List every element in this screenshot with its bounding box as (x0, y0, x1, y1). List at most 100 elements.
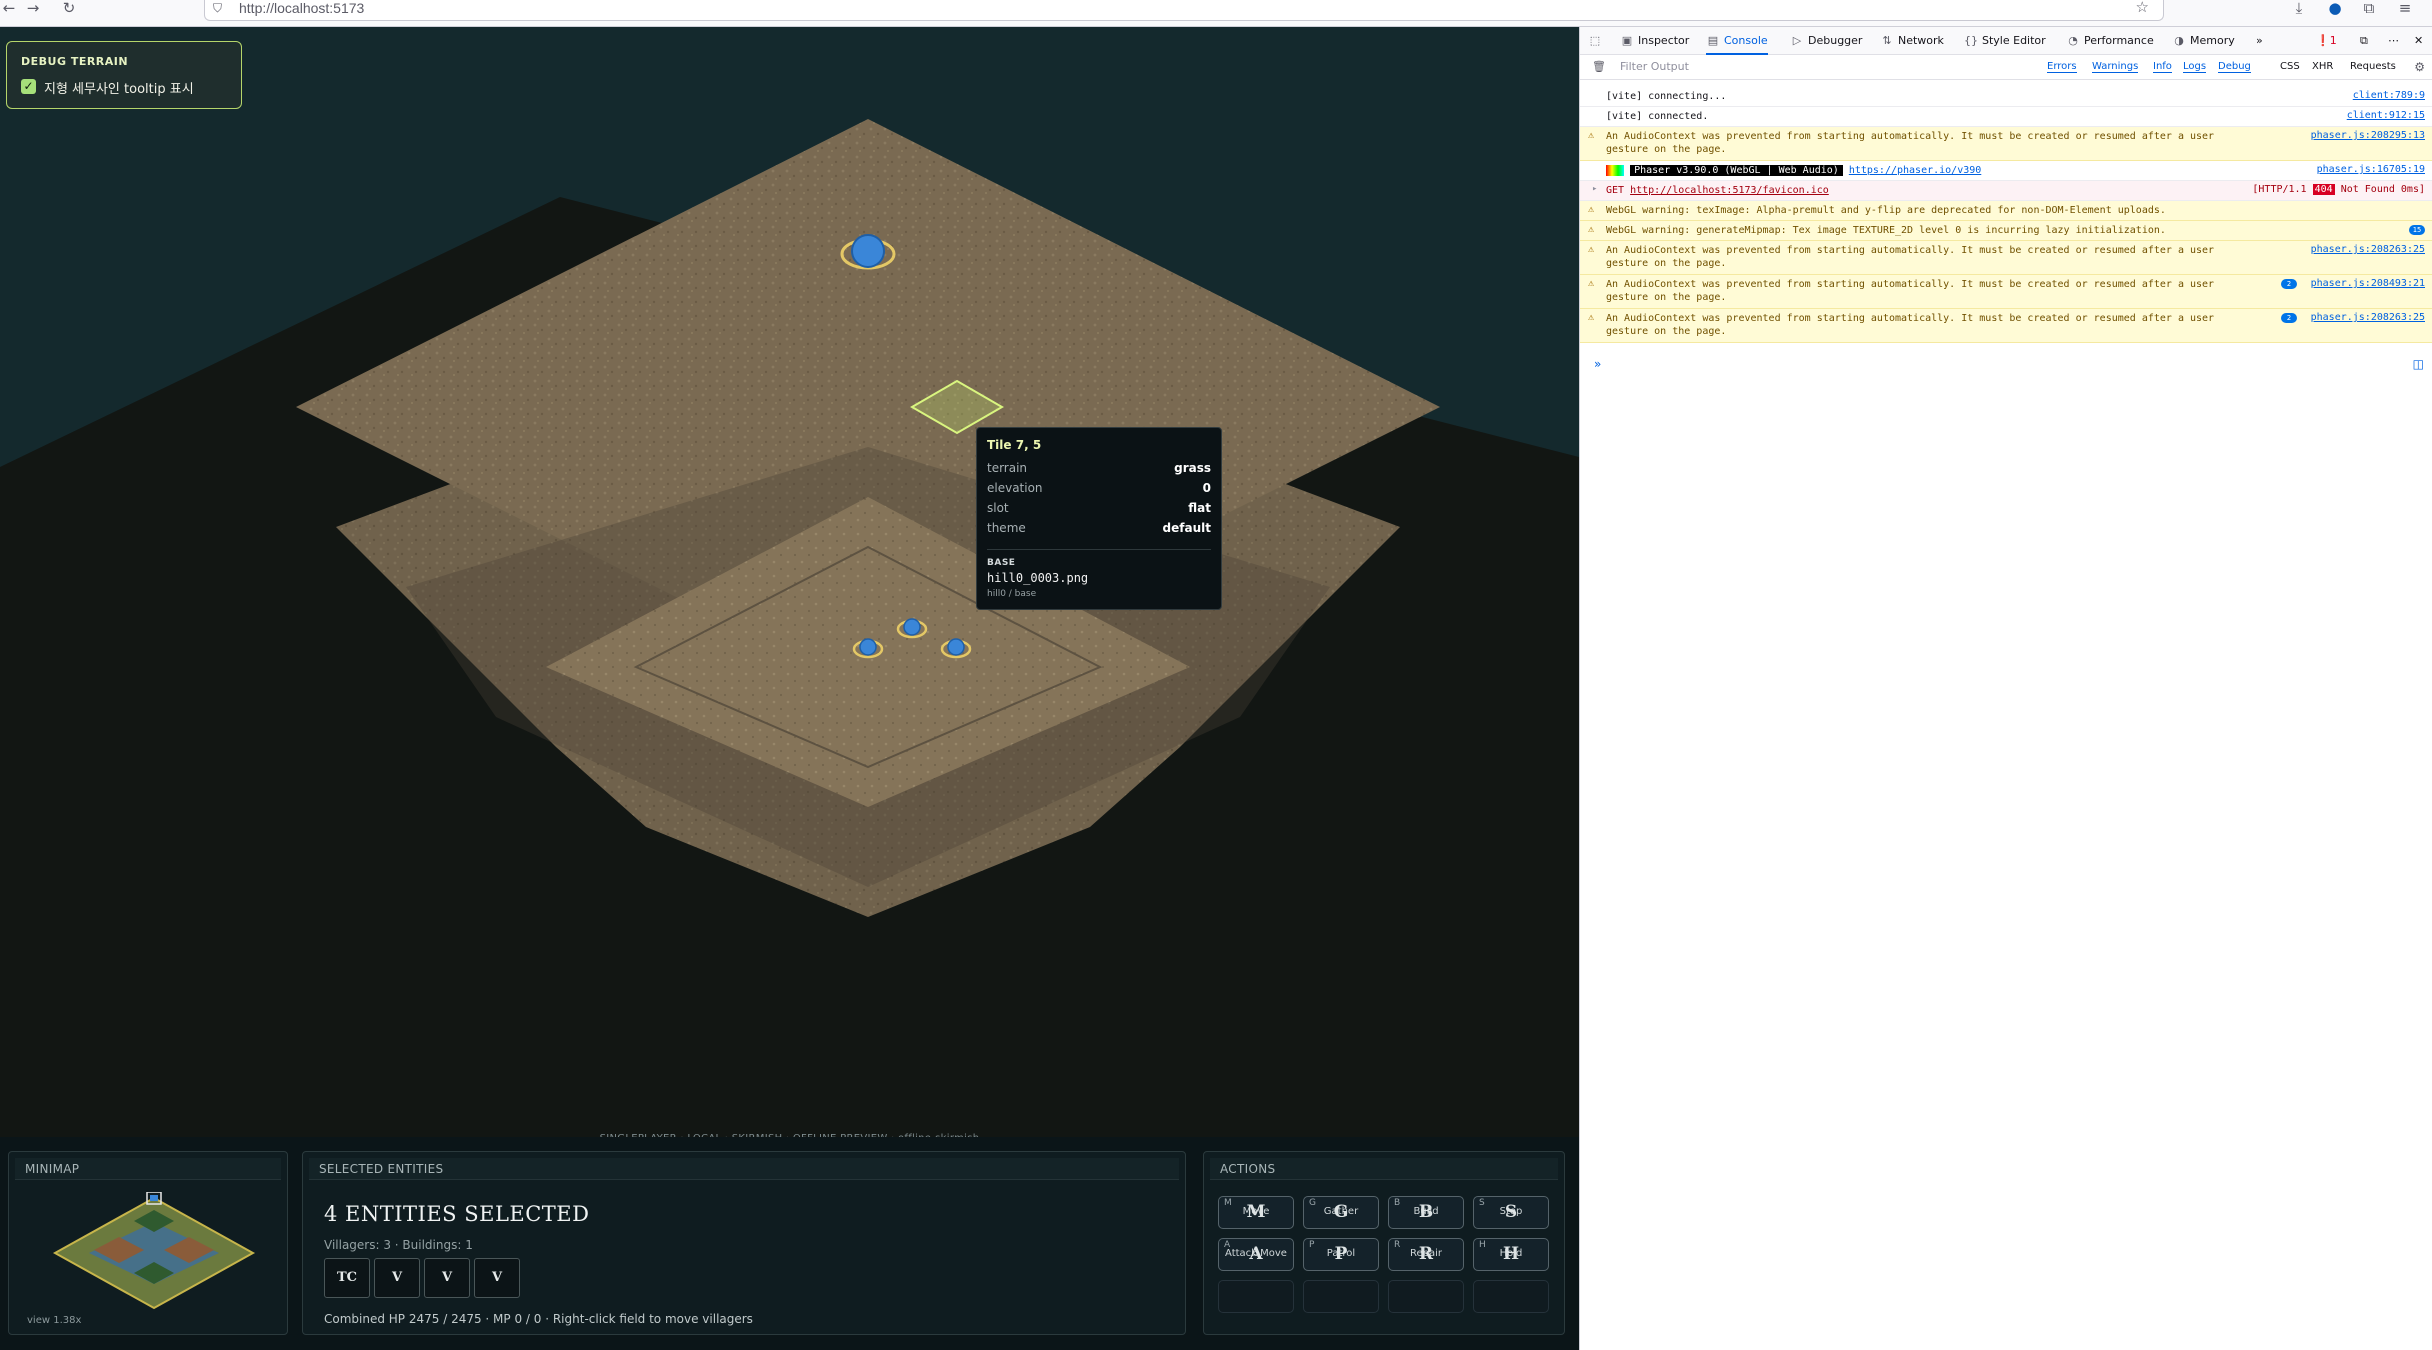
tab-label: Memory (2190, 34, 2235, 47)
tab-debugger[interactable]: ▷ Debugger (1790, 27, 1863, 55)
message-source[interactable]: phaser.js:208295:13 (2311, 130, 2425, 141)
message-source[interactable]: phaser.js:16705:19 (2317, 164, 2425, 175)
settings-gear-icon[interactable]: ⚙ (2414, 60, 2425, 74)
console-warning[interactable]: ⚠ An AudioContext was prevented from sta… (1580, 275, 2432, 309)
dock-icon[interactable]: ⧉ (2360, 27, 2368, 55)
action-glyph: H (1502, 1244, 1520, 1264)
console-error[interactable]: ▸ GET http://localhost:5173/favicon.ico … (1580, 181, 2432, 201)
phaser-link[interactable]: https://phaser.io/v390 (1849, 165, 1981, 176)
tab-performance[interactable]: ◔ Performance (2066, 27, 2154, 55)
build-button[interactable]: B Build B (1388, 1196, 1464, 1229)
message-source[interactable]: phaser.js:208263:25 (2311, 312, 2425, 323)
filter-warnings[interactable]: Warnings (2092, 61, 2139, 73)
console-icon: ▤ (1707, 34, 1719, 47)
filter-errors[interactable]: Errors (2047, 61, 2077, 73)
unit-button-villager[interactable]: V (424, 1258, 470, 1298)
minimap[interactable] (49, 1192, 259, 1314)
message-text: WebGL warning: texImage: Alpha-premult a… (1606, 205, 2166, 216)
filter-info[interactable]: Info (2153, 61, 2172, 73)
close-icon[interactable]: ✕ (2414, 27, 2423, 55)
message-text: GET http://localhost:5173/favicon.ico (1606, 184, 2246, 197)
console-prompt-icon[interactable]: » (1594, 357, 1601, 371)
message-source[interactable]: client:912:15 (2347, 110, 2425, 121)
extensions-icon[interactable]: ⧉ (2360, 0, 2378, 16)
console-message[interactable]: [vite] connecting... client:789:9 (1580, 87, 2432, 107)
error-count[interactable]: ❗1 (2316, 27, 2337, 55)
villager-unit[interactable] (903, 618, 921, 636)
town-center-unit[interactable] (851, 234, 885, 268)
status-text: Not Found 0ms] (2340, 184, 2425, 195)
console-warning[interactable]: ⚠ An AudioContext was prevented from sta… (1580, 309, 2432, 343)
tooltip-checkbox-label[interactable]: 지형 세무사인 tooltip 표시 (44, 78, 194, 97)
request-url[interactable]: http://localhost:5173/favicon.ico (1630, 185, 1829, 196)
tab-style-editor[interactable]: {} Style Editor (1964, 27, 2046, 55)
devtools-tabs: ⬚ ▣ Inspector ▤ Console ▷ Debugger ⇅ Network… (1580, 27, 2432, 55)
debug-title: DEBUG TERRAIN (21, 55, 129, 68)
console-warning[interactable]: ⚠ WebGL warning: texImage: Alpha-premult… (1580, 201, 2432, 221)
tab-network[interactable]: ⇅ Network (1880, 27, 1944, 55)
back-icon[interactable]: ← (0, 0, 18, 16)
game-viewport[interactable]: DEBUG TERRAIN ✓ 지형 세무사인 tooltip 표시 Tile … (0, 27, 1579, 1350)
unit-button-town-center[interactable]: TC (324, 1258, 370, 1298)
console-message[interactable]: ███ Phaser v3.90.0 (WebGL | Web Audio) h… (1580, 161, 2432, 181)
expand-icon[interactable]: ▸ (1592, 184, 1597, 194)
overflow-menu-icon[interactable]: ⋯ (2388, 27, 2399, 55)
editor-mode-icon[interactable]: ◫ (2413, 357, 2424, 371)
repair-button[interactable]: R Repair R (1388, 1238, 1464, 1271)
console-warning[interactable]: ⚠ An AudioContext was prevented from sta… (1580, 241, 2432, 275)
request-method: GET (1606, 185, 1625, 196)
downloads-icon[interactable]: ⤓ (2290, 0, 2308, 16)
hold-button[interactable]: H Hold H (1473, 1238, 1549, 1271)
villager-unit[interactable] (947, 638, 965, 656)
message-source[interactable]: phaser.js:208263:25 (2311, 244, 2425, 255)
tab-inspector[interactable]: ▣ Inspector (1620, 27, 1690, 55)
selected-entities-panel: SELECTED ENTITIES 4 ENTITIES SELECTED Vi… (302, 1151, 1186, 1335)
filter-debug[interactable]: Debug (2218, 61, 2251, 73)
bookmark-star-icon[interactable]: ☆ (2136, 0, 2149, 15)
unit-button-villager[interactable]: V (474, 1258, 520, 1298)
selected-count: 4 ENTITIES SELECTED (324, 1202, 590, 1226)
empty-action-slot (1388, 1280, 1464, 1313)
tooltip-key: elevation (987, 481, 1043, 495)
move-button[interactable]: M Move M (1218, 1196, 1294, 1229)
filter-requests[interactable]: Requests (2350, 61, 2396, 72)
tooltip-value: grass (1174, 461, 1211, 475)
tooltip-value: default (1162, 521, 1211, 535)
villager-unit[interactable] (859, 638, 877, 656)
filter-logs[interactable]: Logs (2183, 61, 2207, 73)
more-tabs-icon[interactable]: » (2256, 27, 2263, 55)
account-icon[interactable]: ● (2326, 0, 2344, 16)
console-message[interactable]: [vite] connected. client:912:15 (1580, 107, 2432, 127)
pick-element-icon[interactable]: ⬚ (1588, 27, 1606, 55)
performance-icon: ◔ (2068, 34, 2078, 47)
menu-icon[interactable]: ≡ (2396, 0, 2414, 16)
unit-button-villager[interactable]: V (374, 1258, 420, 1298)
trash-icon[interactable]: 🗑 (1592, 60, 1606, 73)
shield-icon[interactable]: ⛉ (213, 1, 222, 16)
tab-memory[interactable]: ◑ Memory (2172, 27, 2235, 55)
reload-icon[interactable]: ↻ (60, 0, 78, 16)
stop-button[interactable]: S Stop S (1473, 1196, 1549, 1229)
attack-move-button[interactable]: A Attack Move A (1218, 1238, 1294, 1271)
patrol-button[interactable]: P Patrol P (1303, 1238, 1379, 1271)
message-source[interactable]: phaser.js:208493:21 (2311, 278, 2425, 289)
selected-title: SELECTED ENTITIES (309, 1158, 1179, 1180)
filter-xhr[interactable]: XHR (2312, 61, 2333, 72)
gather-button[interactable]: G Gather G (1303, 1196, 1379, 1229)
message-text: [vite] connecting... (1606, 91, 1727, 102)
tooltip-checkbox[interactable]: ✓ (21, 79, 36, 94)
url-field[interactable]: ⛉ http://localhost:5173 ☆ (204, 0, 2164, 21)
console-warning[interactable]: ⚠ An AudioContext was prevented from sta… (1580, 127, 2432, 161)
selected-breakdown: Villagers: 3 · Buildings: 1 (324, 1238, 473, 1252)
console-warning[interactable]: ⚠ WebGL warning: generateMipmap: Tex ima… (1580, 221, 2432, 241)
url-text[interactable]: http://localhost:5173 (239, 0, 364, 16)
empty-action-slot (1303, 1280, 1379, 1313)
filter-output-input[interactable]: Filter Output (1620, 60, 1689, 73)
tooltip-base-heading: BASE (987, 558, 1016, 568)
message-source[interactable]: client:789:9 (2353, 90, 2425, 101)
tab-label: Network (1898, 34, 1944, 47)
warning-icon: ⚠ (1588, 224, 1595, 235)
forward-icon[interactable]: → (24, 0, 42, 16)
filter-css[interactable]: CSS (2280, 61, 2300, 72)
tab-console[interactable]: ▤ Console (1706, 27, 1768, 55)
